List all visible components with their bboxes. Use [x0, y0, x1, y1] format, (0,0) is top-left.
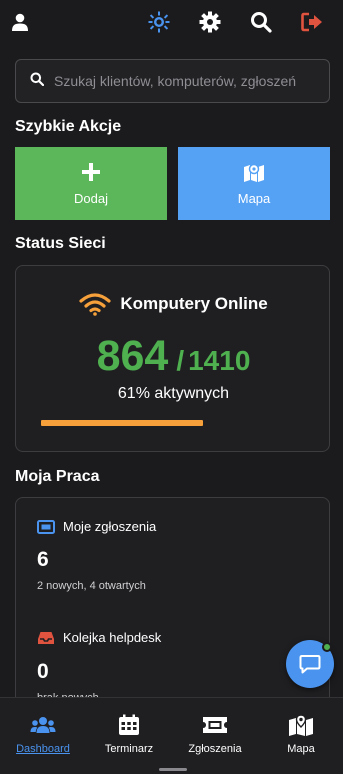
online-counter: 864/1410 [16, 332, 331, 381]
helpdesk-queue-count: 0 [37, 660, 49, 683]
my-work-title: Moja Praca [15, 468, 100, 485]
network-status-card: Komputery Online 864/1410 61% aktywnych [15, 265, 330, 452]
wifi-icon [79, 293, 111, 316]
active-percentage: 61% aktywnych [117, 385, 230, 402]
search-icon [30, 72, 45, 91]
network-status-title: Status Sieci [15, 235, 106, 252]
map-button[interactable]: Mapa [178, 147, 330, 220]
my-tickets-count: 6 [37, 548, 49, 571]
my-tickets-label: Moje zgłoszenia [63, 519, 157, 534]
tab-mapa[interactable]: Mapa [258, 698, 343, 760]
gear-icon[interactable] [198, 10, 222, 34]
progress-bar-fill [41, 420, 203, 426]
chat-button[interactable] [286, 640, 334, 688]
ticket-icon [37, 519, 55, 534]
search-input[interactable] [54, 73, 304, 89]
map-button-label: Mapa [237, 191, 271, 206]
tab-mapa-label: Mapa [287, 743, 315, 755]
inbox-icon [38, 631, 54, 644]
map-icon [288, 713, 314, 737]
search-bar[interactable] [15, 59, 330, 103]
tab-dashboard-label: Dashboard [16, 743, 70, 755]
network-card-title: Komputery Online [120, 294, 268, 313]
users-icon [30, 713, 56, 737]
top-bar [0, 0, 343, 46]
my-tickets-row[interactable]: Moje zgłoszenia [37, 519, 156, 534]
tab-zgloszenia[interactable]: Zgłoszenia [172, 698, 258, 760]
online-status-dot [322, 642, 332, 652]
calendar-icon [118, 713, 140, 737]
sun-icon[interactable] [147, 10, 171, 34]
tab-terminarz-label: Terminarz [104, 743, 154, 755]
my-tickets-summary: 2 nowych, 4 otwartych [37, 580, 146, 592]
helpdesk-queue-row[interactable]: Kolejka helpdesk [37, 630, 161, 645]
home-indicator [159, 768, 187, 771]
user-icon[interactable] [8, 10, 32, 34]
total-count: 1410 [188, 345, 251, 376]
tab-zgloszenia-label: Zgłoszenia [188, 743, 242, 755]
map-icon [243, 161, 265, 183]
add-button-label: Dodaj [74, 191, 108, 206]
progress-bar [41, 420, 306, 426]
quick-actions-title: Szybkie Akcje [15, 118, 122, 135]
add-button[interactable]: Dodaj [15, 147, 167, 220]
ticket-icon [202, 713, 228, 737]
tab-dashboard[interactable]: Dashboard [0, 698, 86, 760]
my-work-card: Moje zgłoszenia 6 2 nowych, 4 otwartych … [15, 497, 330, 717]
bottom-tab-bar: Dashboard Terminarz Zgłoszenia Mapa [0, 697, 343, 774]
online-count: 864 [96, 332, 169, 380]
logout-icon[interactable] [300, 10, 324, 34]
network-card-header: Komputery Online [16, 292, 331, 316]
helpdesk-queue-label: Kolejka helpdesk [63, 630, 162, 645]
tab-terminarz[interactable]: Terminarz [86, 698, 172, 760]
plus-icon [81, 161, 101, 183]
search-icon[interactable] [249, 10, 273, 34]
chat-icon [299, 655, 321, 674]
count-separator: / [176, 345, 185, 376]
